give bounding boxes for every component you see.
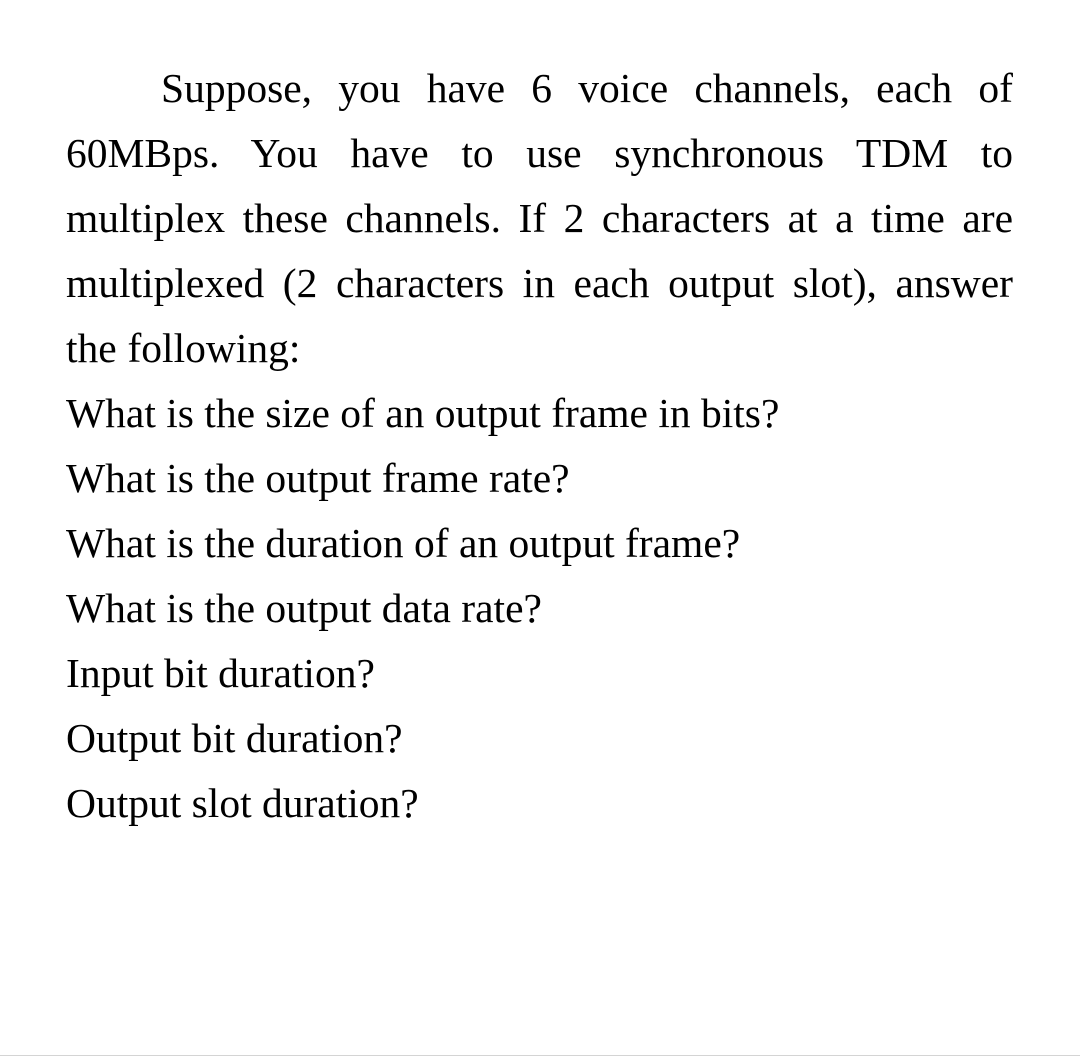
document-content: Suppose, you have 6 voice channels, each…: [66, 56, 1013, 836]
question-item-4: What is the output data rate?: [66, 585, 542, 631]
question-item-6: Output bit duration?: [66, 715, 403, 761]
document-page: Suppose, you have 6 voice channels, each…: [0, 0, 1080, 1060]
question-item-7: Output slot duration?: [66, 780, 419, 826]
question-item-2: What is the output frame rate?: [66, 455, 570, 501]
question-item-1: What is the size of an output frame in b…: [66, 390, 780, 436]
question-item-3: What is the duration of an output frame?: [66, 520, 741, 566]
page-bottom-divider: [0, 1055, 1080, 1056]
question-item-5: Input bit duration?: [66, 650, 375, 696]
problem-statement-paragraph: Suppose, you have 6 voice channels, each…: [66, 65, 1013, 371]
question-list: What is the size of an output frame in b…: [66, 381, 1013, 836]
